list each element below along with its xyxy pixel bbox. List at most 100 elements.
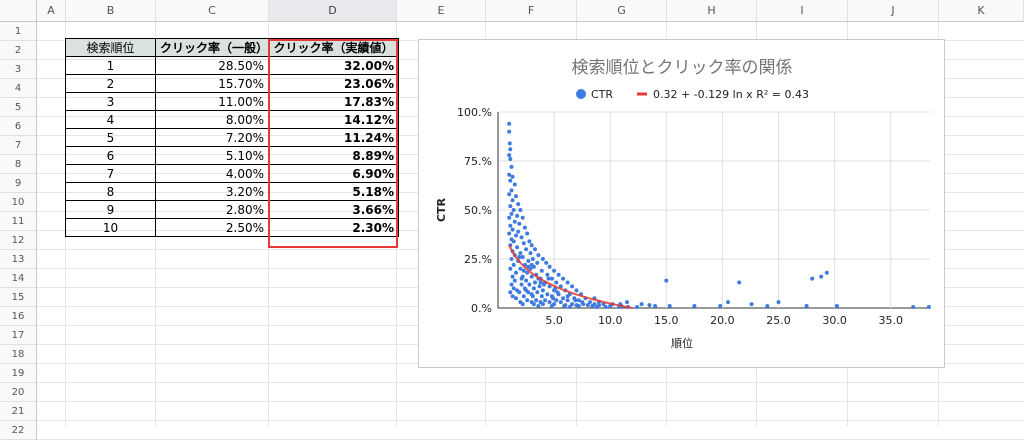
column-header-g[interactable]: G xyxy=(577,0,667,22)
cell-ctr-general[interactable]: 2.50% xyxy=(155,218,269,237)
scatter-point xyxy=(542,282,546,287)
cell-rank[interactable]: 3 xyxy=(65,92,156,111)
scatter-point xyxy=(511,208,516,212)
cell-ctr-actual[interactable]: 8.89% xyxy=(268,146,399,165)
table-row: 9 2.80% 3.66% xyxy=(65,200,399,219)
cell-ctr-actual[interactable]: 14.12% xyxy=(268,110,399,129)
header-ctr-general[interactable]: クリック率（一般） xyxy=(155,38,269,57)
scatter-point xyxy=(664,278,669,283)
row-header-6[interactable]: 6 xyxy=(0,117,37,136)
x-tick-label: 20.0 xyxy=(710,314,735,327)
scatter-point xyxy=(509,164,514,169)
row-header-3[interactable]: 3 xyxy=(0,60,37,79)
column-header-c[interactable]: C xyxy=(156,0,269,22)
row-header-17[interactable]: 17 xyxy=(0,326,37,345)
row-header-12[interactable]: 12 xyxy=(0,231,37,250)
cell-ctr-general[interactable]: 8.00% xyxy=(155,110,269,129)
column-header-i[interactable]: I xyxy=(757,0,848,22)
cell-ctr-general[interactable]: 7.20% xyxy=(155,128,269,147)
cell-ctr-general[interactable]: 4.00% xyxy=(155,164,269,183)
table-row: 4 8.00% 14.12% xyxy=(65,110,399,129)
scatter-point xyxy=(547,264,552,269)
cell-ctr-actual[interactable]: 6.90% xyxy=(268,164,399,183)
row-header-10[interactable]: 10 xyxy=(0,193,37,212)
scatter-point xyxy=(537,284,542,289)
scatter-point xyxy=(540,257,545,261)
legend-ctr-marker xyxy=(576,89,586,99)
row-header-4[interactable]: 4 xyxy=(0,79,37,98)
row-header-15[interactable]: 15 xyxy=(0,288,37,307)
cell-rank[interactable]: 6 xyxy=(65,146,156,165)
cell-ctr-general[interactable]: 15.70% xyxy=(155,74,269,93)
scatter-point xyxy=(518,266,523,271)
cell-ctr-general[interactable]: 11.00% xyxy=(155,92,269,111)
row-header-5[interactable]: 5 xyxy=(0,98,37,117)
column-header-k[interactable]: K xyxy=(939,0,1024,22)
cell-ctr-actual[interactable]: 17.83% xyxy=(268,92,399,111)
cell-ctr-actual[interactable]: 23.06% xyxy=(268,74,399,93)
row-header-1[interactable]: 1 xyxy=(0,22,37,41)
scatter-point xyxy=(834,304,839,308)
row-header-22[interactable]: 22 xyxy=(0,421,37,440)
cell-ctr-actual[interactable]: 5.18% xyxy=(268,182,399,201)
cell-ctr-actual[interactable]: 11.24% xyxy=(268,128,399,147)
scatter-point xyxy=(509,211,514,216)
scatter-point xyxy=(603,305,608,309)
column-header-d[interactable]: D xyxy=(269,0,397,22)
row-header-21[interactable]: 21 xyxy=(0,402,37,421)
header-ctr-actual[interactable]: クリック率（実績値） xyxy=(268,38,399,57)
row-header-18[interactable]: 18 xyxy=(0,345,37,364)
column-header-b[interactable]: B xyxy=(66,0,156,22)
cell-ctr-actual[interactable]: 32.00% xyxy=(268,56,399,75)
column-header-h[interactable]: H xyxy=(667,0,757,22)
table-row: 6 5.10% 8.89% xyxy=(65,146,399,165)
cell-ctr-general[interactable]: 2.80% xyxy=(155,200,269,219)
scatter-point xyxy=(526,259,531,263)
column-header-a[interactable]: A xyxy=(37,0,66,22)
table-row: 3 11.00% 17.83% xyxy=(65,92,399,111)
scatter-point xyxy=(749,302,754,307)
cell-rank[interactable]: 2 xyxy=(65,74,156,93)
scatter-point xyxy=(524,247,529,252)
scatter-point xyxy=(552,268,557,273)
scatter-chart[interactable]: 検索順位とクリック率の関係 CTR 0.32 + -0.129 ln x R² = … xyxy=(418,39,945,368)
scatter-point xyxy=(507,129,512,134)
scatter-point xyxy=(580,300,585,305)
cell-ctr-general[interactable]: 3.20% xyxy=(155,182,269,201)
cell-rank[interactable]: 9 xyxy=(65,200,156,219)
column-header-j[interactable]: J xyxy=(848,0,939,22)
scatter-point xyxy=(520,215,525,220)
scatter-point xyxy=(508,157,513,161)
row-header-2[interactable]: 2 xyxy=(0,41,37,60)
row-header-20[interactable]: 20 xyxy=(0,383,37,402)
scatter-point xyxy=(527,239,532,244)
column-header-f[interactable]: F xyxy=(486,0,577,22)
table-row: 10 2.50% 2.30% xyxy=(65,218,399,237)
column-header-e[interactable]: E xyxy=(397,0,486,22)
cell-ctr-general[interactable]: 5.10% xyxy=(155,146,269,165)
cell-rank[interactable]: 1 xyxy=(65,56,156,75)
row-header-8[interactable]: 8 xyxy=(0,155,37,174)
cell-rank[interactable]: 10 xyxy=(65,218,156,237)
scatter-point xyxy=(539,268,544,273)
cell-ctr-actual[interactable]: 2.30% xyxy=(268,218,399,237)
scatter-point xyxy=(531,286,536,291)
scatter-point xyxy=(518,208,523,212)
scatter-point xyxy=(573,298,578,303)
row-header-19[interactable]: 19 xyxy=(0,364,37,383)
cell-ctr-general[interactable]: 28.50% xyxy=(155,56,269,75)
cell-rank[interactable]: 8 xyxy=(65,182,156,201)
select-all-corner[interactable] xyxy=(0,0,37,22)
row-header-13[interactable]: 13 xyxy=(0,250,37,269)
cell-rank[interactable]: 4 xyxy=(65,110,156,129)
cell-rank[interactable]: 5 xyxy=(65,128,156,147)
row-header-14[interactable]: 14 xyxy=(0,269,37,288)
cell-ctr-actual[interactable]: 3.66% xyxy=(268,200,399,219)
cell-rank[interactable]: 7 xyxy=(65,164,156,183)
scatter-point xyxy=(509,282,514,287)
row-header-7[interactable]: 7 xyxy=(0,136,37,155)
row-header-16[interactable]: 16 xyxy=(0,307,37,326)
row-header-11[interactable]: 11 xyxy=(0,212,37,231)
row-header-9[interactable]: 9 xyxy=(0,174,37,193)
header-rank[interactable]: 検索順位 xyxy=(65,38,156,57)
